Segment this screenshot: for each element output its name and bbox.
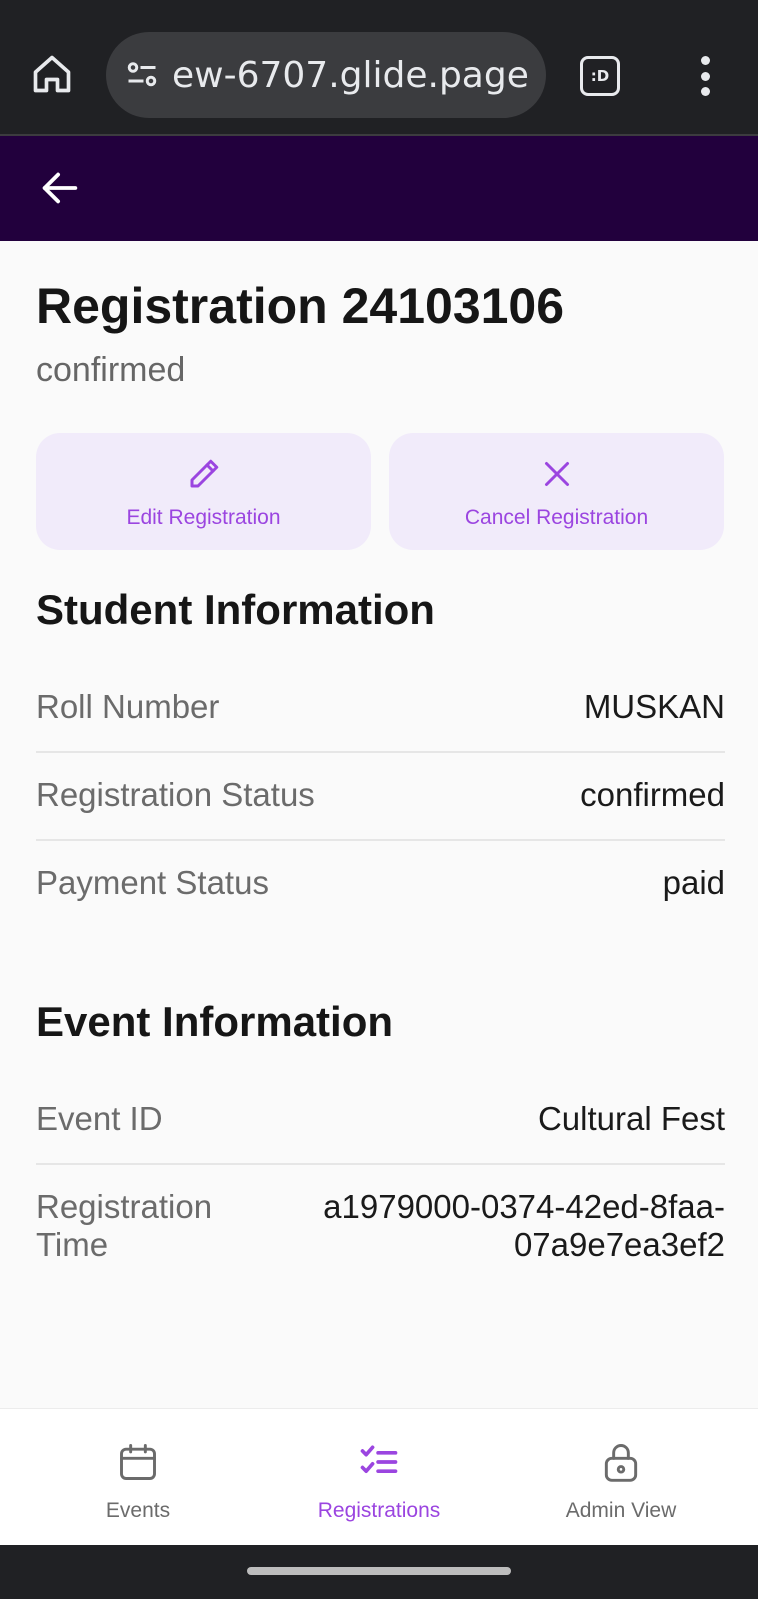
home-icon[interactable] [28, 50, 76, 98]
cancel-registration-button[interactable]: Cancel Registration [389, 433, 724, 550]
back-arrow-icon[interactable] [34, 162, 86, 214]
calendar-icon [115, 1439, 161, 1485]
status-subtitle: confirmed [36, 351, 186, 389]
registration-time-row: Registration Time a1979000-0374-42ed-8fa… [36, 1188, 725, 1264]
browser-toolbar: ew-6707.glide.page :D [0, 0, 758, 136]
registration-status-value: confirmed [580, 776, 725, 813]
registration-time-label: Registration Time [36, 1188, 213, 1263]
roll-number-row: Roll Number MUSKAN [36, 688, 725, 726]
event-id-label: Event ID [36, 1100, 163, 1137]
row-divider [36, 839, 725, 841]
cancel-registration-label: Cancel Registration [464, 505, 649, 529]
more-menu-icon[interactable] [690, 54, 720, 98]
site-settings-icon[interactable] [122, 55, 162, 95]
bottom-navigation: Events Registrations Admin View [0, 1408, 758, 1545]
nav-item-registrations[interactable]: Registrations [269, 1409, 489, 1546]
nav-label-registrations: Registrations [317, 1499, 441, 1522]
row-divider [36, 1163, 725, 1165]
address-bar[interactable]: ew-6707.glide.page [106, 32, 546, 118]
app-header [0, 136, 758, 241]
payment-status-row: Payment Status paid [36, 864, 725, 902]
registration-time-value: a1979000-0374-42ed-8faa- 07a9e7ea3ef2 [323, 1188, 725, 1263]
pencil-icon [184, 454, 224, 494]
student-information-heading: Student Information [36, 586, 435, 633]
event-id-row: Event ID Cultural Fest [36, 1100, 725, 1138]
system-navigation-bar [0, 1545, 758, 1599]
event-information-heading: Event Information [36, 998, 394, 1045]
url-text: ew-6707.glide.page [172, 54, 529, 96]
close-icon [537, 454, 577, 494]
nav-item-events[interactable]: Events [28, 1409, 248, 1546]
payment-status-label: Payment Status [36, 864, 269, 901]
row-divider [36, 751, 725, 753]
lock-icon [598, 1439, 644, 1485]
registration-status-label: Registration Status [36, 776, 315, 813]
roll-number-value: MUSKAN [583, 688, 725, 725]
checklist-icon [356, 1439, 402, 1485]
payment-status-value: paid [662, 864, 725, 901]
tab-switcher-button[interactable]: :D [580, 56, 620, 96]
nav-item-admin-view[interactable]: Admin View [511, 1409, 731, 1546]
page-title: Registration 24103106 [36, 278, 565, 334]
edit-registration-label: Edit Registration [126, 505, 281, 529]
registration-status-row: Registration Status confirmed [36, 776, 725, 814]
event-id-value: Cultural Fest [537, 1100, 725, 1137]
nav-label-events: Events [105, 1499, 171, 1522]
roll-number-label: Roll Number [36, 688, 220, 725]
home-gesture-handle[interactable] [247, 1567, 511, 1575]
edit-registration-button[interactable]: Edit Registration [36, 433, 371, 550]
nav-label-admin-view: Admin View [565, 1499, 677, 1522]
